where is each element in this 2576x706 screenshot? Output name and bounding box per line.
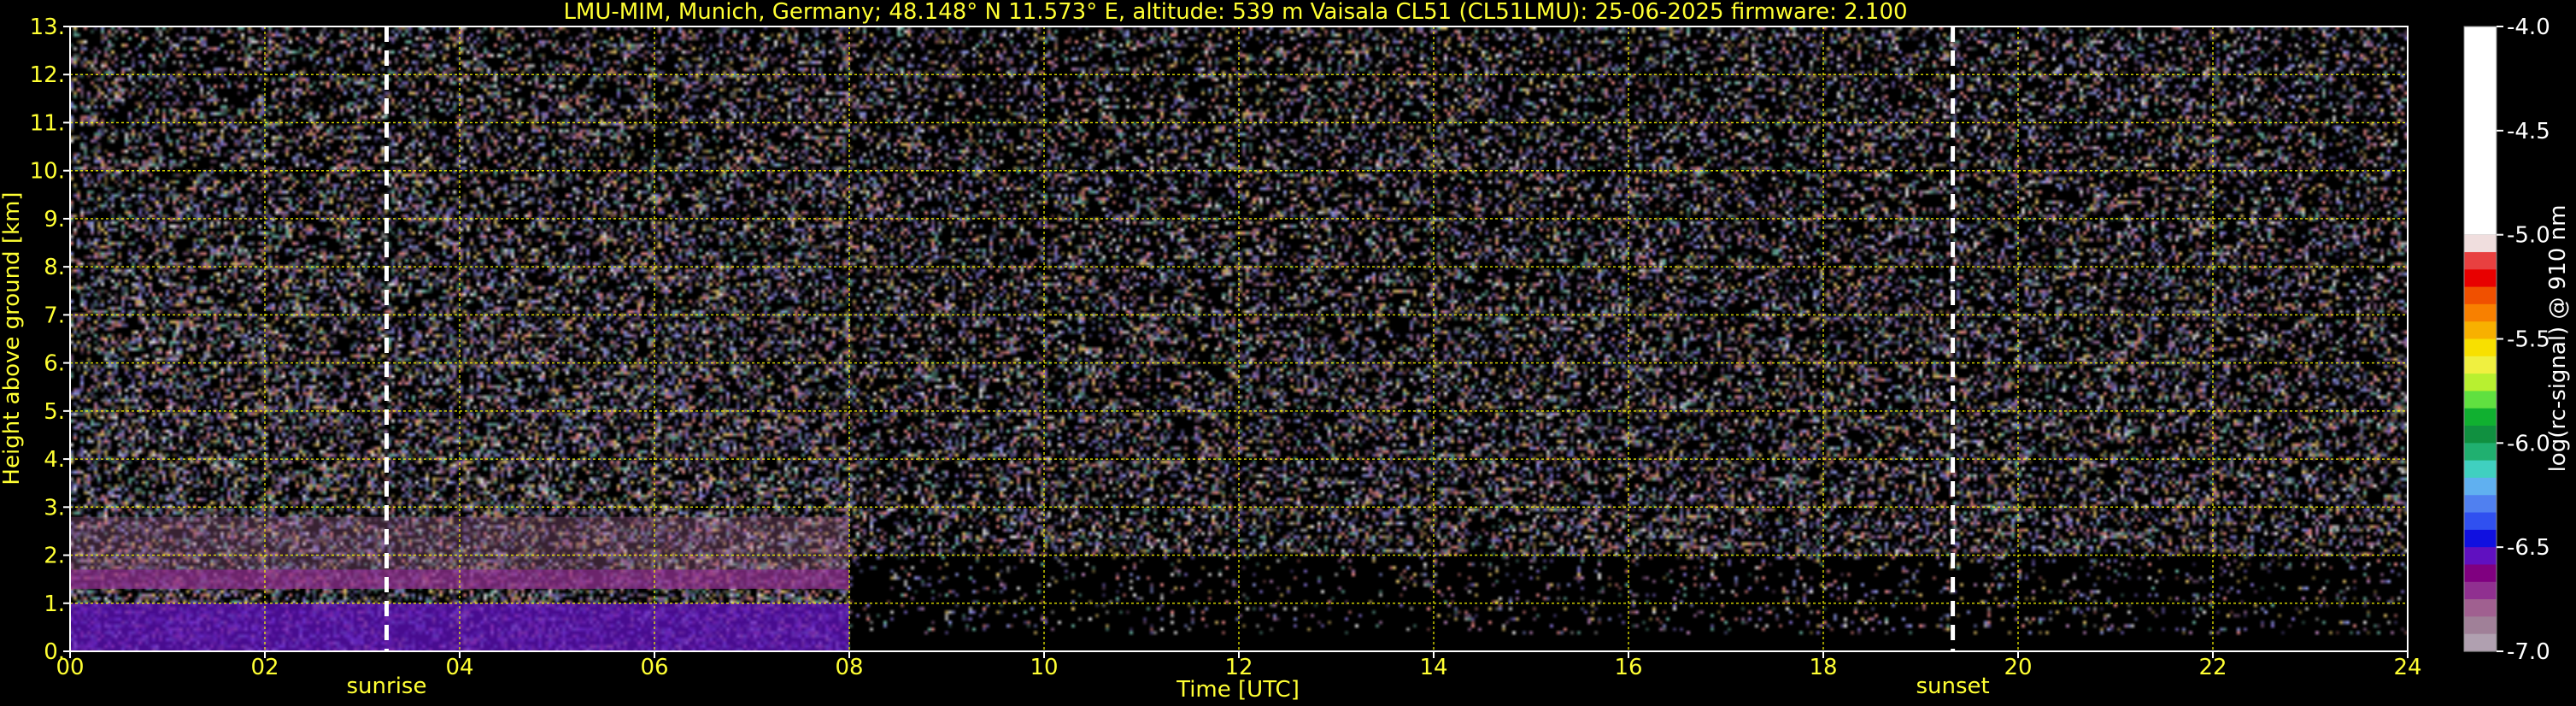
- colorbar-segment: [2464, 338, 2497, 357]
- colorbar-segment: [2464, 356, 2497, 374]
- colorbar-segment: [2464, 286, 2497, 305]
- x-tick-label: 22: [2198, 655, 2227, 680]
- x-tick-label: 16: [1614, 655, 1642, 680]
- y-axis-label: Height above ground [km]: [0, 191, 25, 485]
- ceilometer-figure: sunrise sunset 00 02 04 06 08 10 12 14 16 18 20 22 24…: [0, 0, 2576, 706]
- colorbar-segment: [2464, 581, 2497, 600]
- chart-svg: sunrise sunset 00 02 04 06 08 10 12 14 16 18 20 22 24…: [0, 0, 2571, 703]
- colorbar-tick-label: -6.0: [2507, 431, 2550, 456]
- sunset-label: sunset: [1916, 674, 1989, 699]
- colorbar-segment: [2464, 303, 2497, 322]
- colorbar-segment: [2464, 426, 2497, 444]
- chart-title: LMU-MIM, Munich, Germany; 48.148° N 11.5…: [563, 0, 1907, 25]
- y-tick-label: 10.: [30, 159, 65, 185]
- colorbar-tick-label: -7.0: [2507, 639, 2550, 665]
- colorbar-segment: [2464, 391, 2497, 409]
- y-tick-label: 5.: [44, 399, 65, 425]
- colorbar-segment: [2464, 408, 2497, 427]
- y-tick-label: 1.: [44, 591, 65, 617]
- colorbar-segment: [2464, 251, 2497, 270]
- x-tick-label: 24: [2393, 655, 2421, 680]
- colorbar-segment: [2464, 616, 2497, 635]
- colorbar-label: log(rc-signal) @ 910 nm: [2545, 205, 2571, 473]
- sunrise-label: sunrise: [347, 674, 427, 699]
- y-tick-label: 11.: [30, 110, 65, 136]
- y-tick-label: 3.: [44, 495, 65, 521]
- y-tick-label: 13.: [30, 15, 65, 40]
- x-tick-label: 02: [250, 655, 279, 680]
- colorbar-tick-label: -5.5: [2507, 327, 2550, 353]
- x-tick-label: 14: [1419, 655, 1447, 680]
- y-tick-label: 8.: [44, 255, 65, 280]
- colorbar-segment: [2464, 633, 2497, 652]
- colorbar-tick-label: -6.5: [2507, 535, 2550, 561]
- y-tick-label: 6.: [44, 351, 65, 377]
- colorbar-segment: [2464, 443, 2497, 462]
- colorbar-segment: [2464, 564, 2497, 583]
- colorbar-tick-label: -4.5: [2507, 119, 2550, 144]
- x-tick-label: 20: [2004, 655, 2032, 680]
- colorbar-segment: [2464, 512, 2497, 531]
- x-tick-label: 10: [1030, 655, 1058, 680]
- y-tick-label: 4.: [44, 447, 65, 473]
- y-tick-label: 0.: [44, 639, 65, 665]
- y-tick-label: 9.: [44, 207, 65, 232]
- colorbar-segment: [2464, 374, 2497, 392]
- colorbar-segment: [2464, 547, 2497, 566]
- colorbar-segment: [2464, 477, 2497, 496]
- x-tick-label: 04: [445, 655, 473, 680]
- colorbar-segment: [2464, 269, 2497, 288]
- x-tick-label: 06: [640, 655, 668, 680]
- x-tick-label: 18: [1809, 655, 1837, 680]
- colorbar-segment: [2464, 495, 2497, 514]
- y-tick-label: 2.: [44, 544, 65, 569]
- y-tick-label: 12.: [30, 62, 65, 88]
- x-tick-label: 08: [835, 655, 863, 680]
- y-tick-label: 7.: [44, 303, 65, 328]
- colorbar-tick-label: -4.0: [2507, 15, 2550, 40]
- colorbar-segment: [2464, 460, 2497, 479]
- colorbar-segment: [2464, 529, 2497, 548]
- colorbar-segment: [2464, 599, 2497, 617]
- colorbar-segment: [2464, 234, 2497, 253]
- colorbar-tick-label: -5.0: [2507, 223, 2550, 249]
- colorbar-segment: [2464, 26, 2497, 235]
- x-axis-label: Time [UTC]: [1176, 677, 1300, 703]
- colorbar-segment: [2464, 321, 2497, 340]
